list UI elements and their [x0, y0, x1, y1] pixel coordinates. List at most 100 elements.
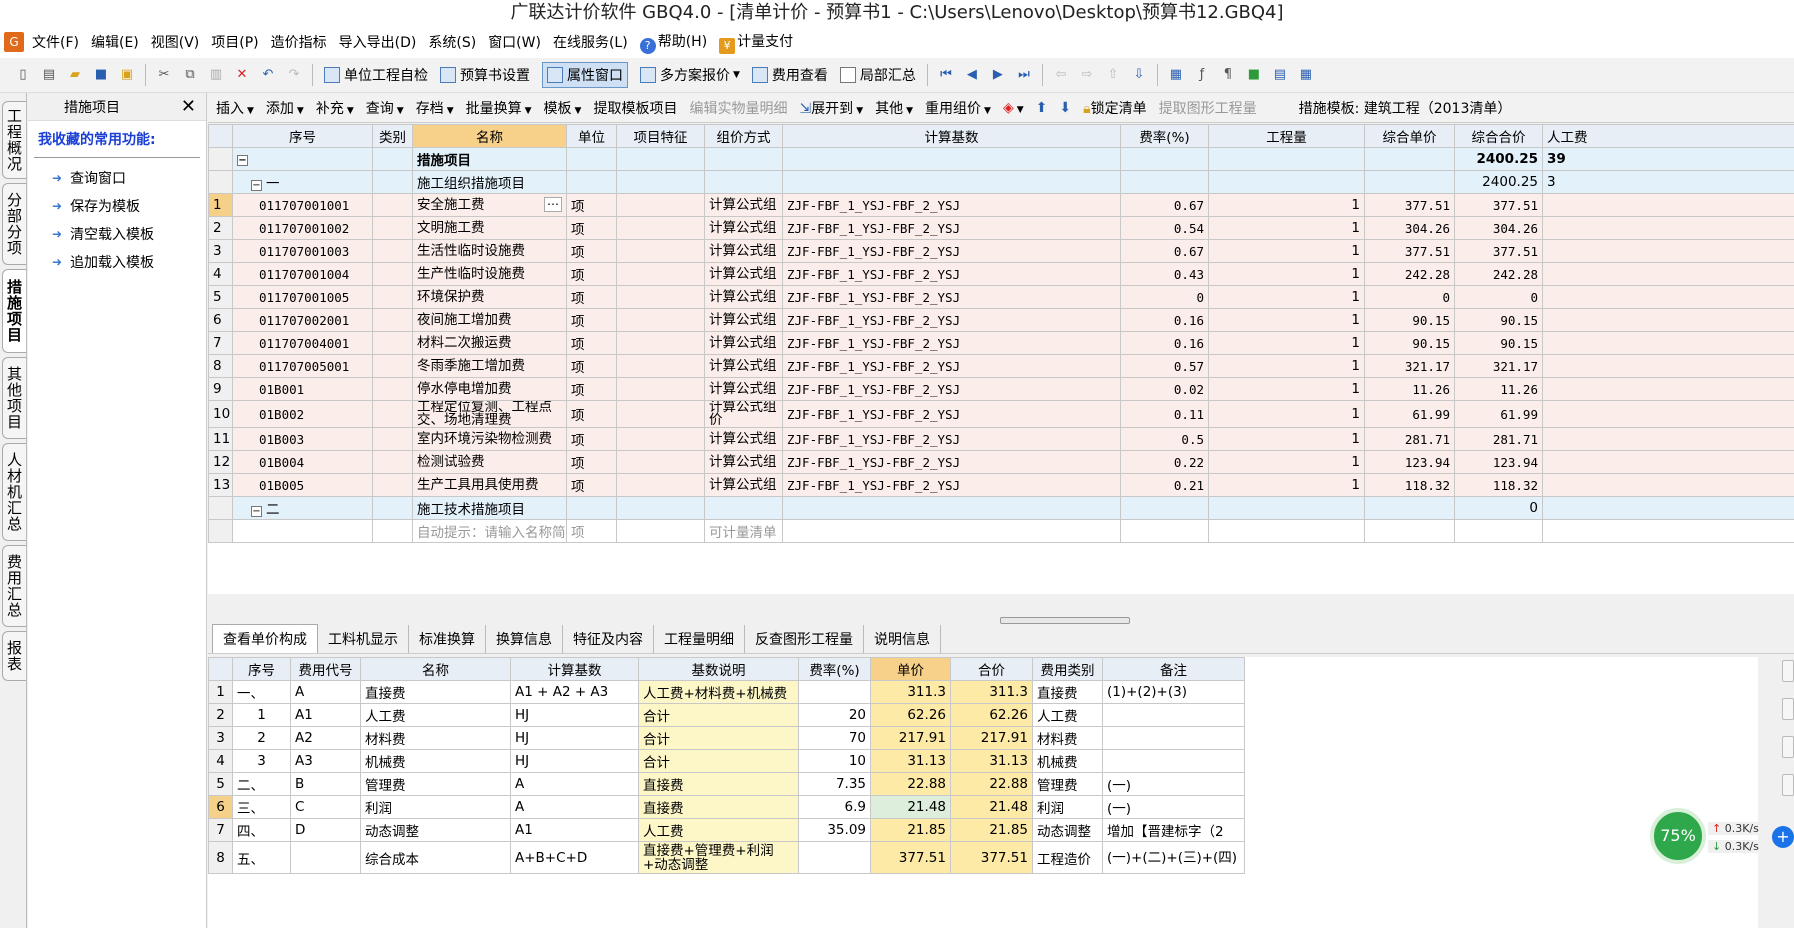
cell-unit[interactable]: 项	[566, 216, 617, 240]
cell-remark[interactable]	[1102, 703, 1245, 727]
cell-code[interactable]: 01B001	[232, 377, 373, 401]
edit-quantity-detail-button[interactable]: 编辑实物量明细	[689, 98, 787, 118]
cell-total[interactable]: 123.94	[1454, 450, 1543, 474]
cell-calc-base[interactable]: A1 + A2 + A3	[510, 680, 639, 704]
col-header-rate[interactable]: 费率(%)	[1120, 124, 1209, 148]
table-row[interactable]: 5 011707001005 环境保护费项 计算公式组 ZJF-FBF_1_YSJ-FB…	[208, 285, 1794, 309]
cell-calc-base[interactable]: A1	[510, 818, 639, 842]
cell-fee-category[interactable]: 机械费	[1032, 749, 1103, 773]
cell-seq[interactable]: 二、	[232, 772, 291, 796]
col-header-pricing-method[interactable]: 组价方式	[704, 124, 783, 148]
cell-features[interactable]	[616, 473, 705, 497]
save-icon[interactable]: ■	[92, 66, 110, 84]
cell-code[interactable]: 011707004001	[232, 331, 373, 355]
tab-reports[interactable]: 报表	[2, 631, 26, 681]
cell-quantity[interactable]: 1	[1208, 473, 1365, 497]
cell-rate[interactable]: 35.09	[798, 818, 871, 842]
cell-remark[interactable]	[1102, 726, 1245, 750]
table-row[interactable]: 7 011707004001 材料二次搬运费项 计算公式组 ZJF-FBF_1_YSJ-…	[208, 331, 1794, 355]
cell-labor[interactable]	[1542, 450, 1794, 474]
cell-features[interactable]	[616, 354, 705, 378]
cell-quantity[interactable]: 1	[1208, 450, 1365, 474]
cell-name[interactable]: 生活性临时设施费	[412, 239, 567, 263]
favorite-save-as-template[interactable]: ➜ 保存为模板	[28, 192, 206, 220]
cell-name[interactable]: 文明施工费	[412, 216, 567, 240]
cell-features[interactable]	[616, 331, 705, 355]
table-row[interactable]: 7 四、 D 动态调整 A1 人工费 35.09 21.85 21.85 动态调整 增加【晋建标字（…	[208, 818, 1245, 842]
next-record-icon[interactable]: ▶	[989, 66, 1007, 84]
undo-icon[interactable]: ↶	[259, 66, 277, 84]
cell-name[interactable]: 措施项目	[412, 147, 567, 171]
tab-sub-items[interactable]: 分部分项	[2, 183, 26, 265]
cell-method[interactable]: 计算公式组	[704, 473, 783, 497]
cell-name[interactable]: 施工技术措施项目	[412, 496, 567, 520]
cell-base-desc[interactable]: 直接费	[638, 795, 799, 819]
cell-unit-price[interactable]: 377.51	[870, 841, 951, 874]
cell-base-desc[interactable]: 人工费	[638, 818, 799, 842]
cell-unit[interactable]: 项	[566, 285, 617, 309]
cell-unit-price[interactable]: 123.94	[1364, 450, 1455, 474]
cell-base[interactable]: ZJF-FBF_1_YSJ-FBF_2_YSJ	[782, 400, 1121, 428]
cell-total[interactable]: 0	[1454, 285, 1543, 309]
cell-method[interactable]: 计算公式组	[704, 239, 783, 263]
add-button[interactable]: 添加 ▼	[266, 98, 304, 118]
calculator-icon[interactable]: ▦	[1167, 66, 1185, 84]
col-header-rate[interactable]: 费率(%)	[798, 657, 871, 681]
cell-method[interactable]: 计算公式组	[704, 262, 783, 286]
cell-labor[interactable]	[1542, 400, 1794, 428]
cell-unit-price[interactable]: 242.28	[1364, 262, 1455, 286]
cell-code[interactable]: 011707001001	[232, 193, 373, 217]
cell-calc-base[interactable]: HJ	[510, 749, 639, 773]
cell-rate[interactable]: 0.11	[1120, 400, 1209, 428]
col-header-name[interactable]: 名称	[412, 124, 567, 148]
tab-other-items[interactable]: 其他项目	[2, 357, 26, 439]
cell-fee-code[interactable]: A2	[290, 726, 361, 750]
cell-calc-base[interactable]: A+B+C+D	[510, 841, 639, 874]
cell-rate[interactable]: 7.35	[798, 772, 871, 796]
tab-description[interactable]: 说明信息	[864, 624, 941, 653]
cell-method[interactable]: 计算公式组	[704, 427, 783, 451]
cell-calc-base[interactable]: HJ	[510, 703, 639, 727]
cell-rate[interactable]: 0.16	[1120, 308, 1209, 332]
cell-calc-base[interactable]: A	[510, 772, 639, 796]
grid-corner[interactable]	[208, 124, 233, 148]
insert-button[interactable]: 插入 ▼	[216, 98, 254, 118]
expand-toggle[interactable]: −	[232, 147, 373, 171]
previous-record-icon[interactable]: ◀	[963, 66, 981, 84]
cell-name[interactable]: 室内环境污染物检测费	[412, 427, 567, 451]
cell-total[interactable]: 90.15	[1454, 308, 1543, 332]
cell-unit-price[interactable]: 321.17	[1364, 354, 1455, 378]
cell-name[interactable]: 夜间施工增加费	[412, 308, 567, 332]
formula-icon[interactable]: ƒ	[1193, 66, 1211, 84]
col-header-fee-code[interactable]: 费用代号	[290, 657, 361, 681]
cell-method[interactable]: 计算公式组	[704, 450, 783, 474]
cell-rate[interactable]: 0.22	[1120, 450, 1209, 474]
grid-corner[interactable]	[208, 657, 233, 681]
cell-base[interactable]: ZJF-FBF_1_YSJ-FBF_2_YSJ	[782, 239, 1121, 263]
paste-icon[interactable]: ▥	[207, 66, 225, 84]
cell-remark[interactable]: (1)+(2)+(3)	[1102, 680, 1245, 704]
cell-total[interactable]: 311.3	[950, 680, 1033, 704]
cell-name[interactable]: 自动提示：请输入名称简	[412, 519, 567, 543]
cell-rate[interactable]: 0	[1120, 285, 1209, 309]
more-options-icon[interactable]: ⋯	[544, 197, 562, 212]
cell-unit[interactable]: 项	[566, 331, 617, 355]
table-row[interactable]: − 二 施工技术措施项目 0	[208, 496, 1794, 520]
cell-total[interactable]: 217.91	[950, 726, 1033, 750]
cell-features[interactable]	[616, 193, 705, 217]
tab-conversion-info[interactable]: 换算信息	[486, 624, 563, 653]
cell-fee-category[interactable]: 动态调整	[1032, 818, 1103, 842]
cell-type[interactable]	[372, 331, 413, 355]
cell-features[interactable]	[616, 216, 705, 240]
cell-base[interactable]: ZJF-FBF_1_YSJ-FBF_2_YSJ	[782, 193, 1121, 217]
table-row[interactable]: 10 01B002 工程定位复测、工程点交、场地清理费项 计算公式组价 ZJF-FBF_…	[208, 400, 1794, 428]
cell-fee-category[interactable]: 材料费	[1032, 726, 1103, 750]
cell-base[interactable]: ZJF-FBF_1_YSJ-FBF_2_YSJ	[782, 216, 1121, 240]
cell-quantity[interactable]: 1	[1208, 216, 1365, 240]
cell-unit[interactable]: 项	[566, 354, 617, 378]
cell-remark[interactable]	[1102, 749, 1245, 773]
cell-unit-price[interactable]: 22.88	[870, 772, 951, 796]
cell-name[interactable]: 检测试验费	[412, 450, 567, 474]
cell-name[interactable]: 生产工具用具使用费	[412, 473, 567, 497]
new-file-icon[interactable]: ▯	[14, 66, 32, 84]
